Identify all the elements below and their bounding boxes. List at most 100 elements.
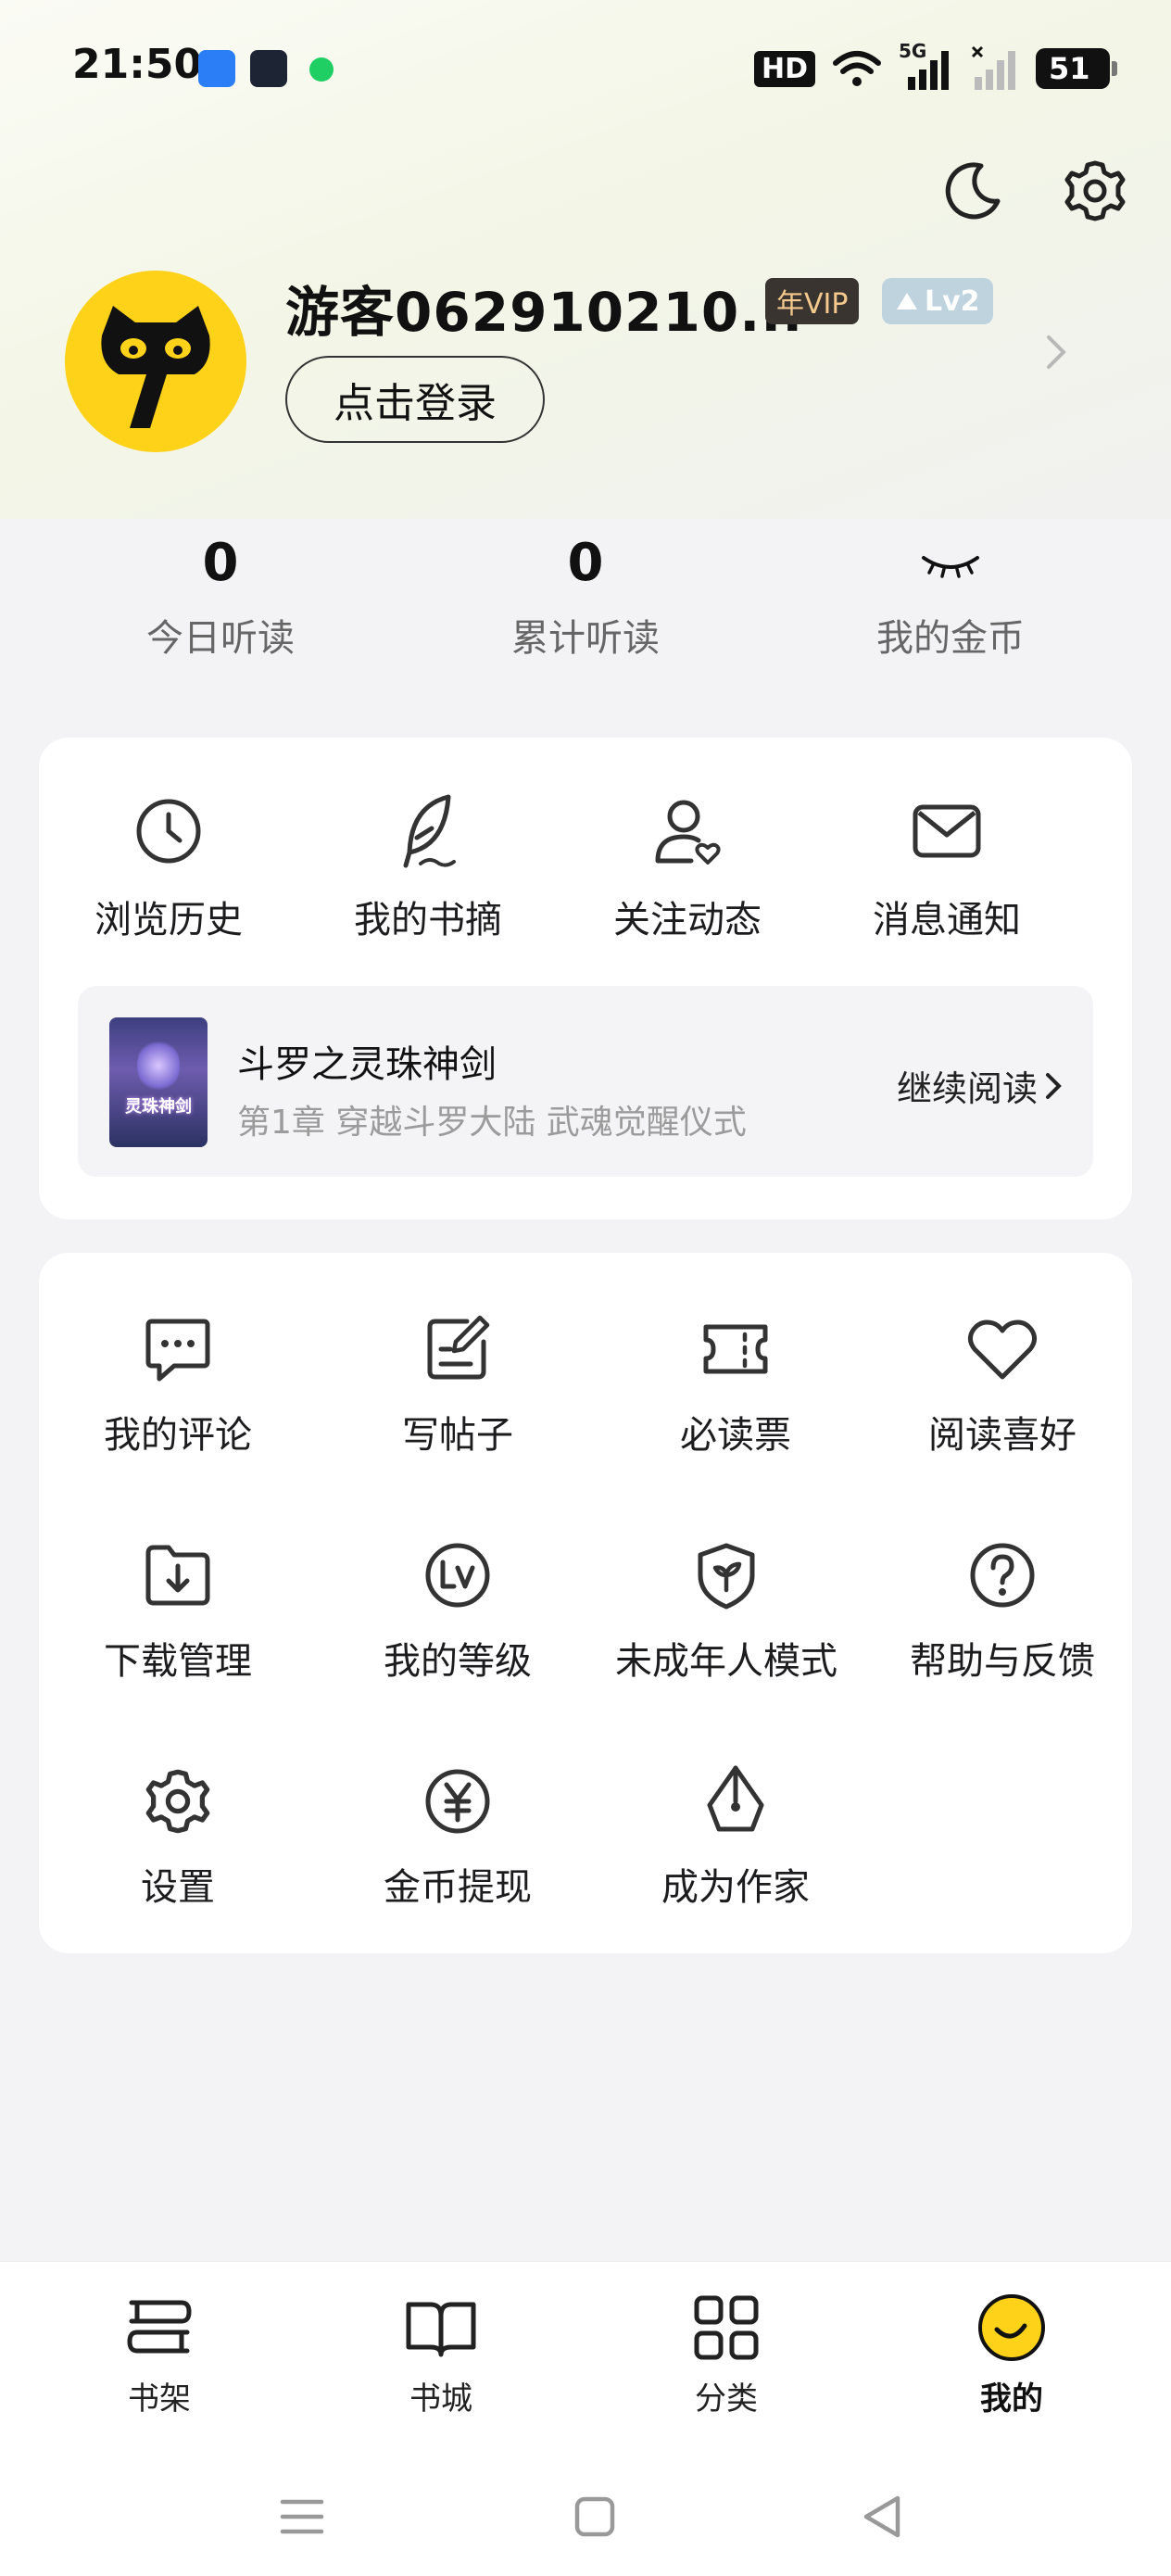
menu-item-label: 帮助与反馈: [910, 1640, 1095, 1683]
nav-item-bookstore[interactable]: 书城: [348, 2290, 534, 2418]
stat-value: 0: [202, 533, 239, 593]
triangle-icon: [897, 293, 917, 309]
nav-item-bookshelf[interactable]: 书架: [67, 2290, 252, 2418]
menu-item-label: 设置: [141, 1866, 215, 1909]
username[interactable]: 游客062910210...: [285, 269, 803, 347]
system-nav-bar: [0, 2446, 1171, 2576]
wifi-icon: [833, 51, 881, 86]
quick-item-label: 我的书摘: [354, 899, 502, 941]
nav-label: 书城: [409, 2380, 472, 2418]
book-chapter: 第1章 穿越斗罗大陆 武魂觉醒仪式: [237, 1104, 747, 1142]
quick-item-excerpts[interactable]: 我的书摘: [298, 789, 558, 943]
reading-stats: 0 今日听读 0 累计听读 我的金币: [0, 528, 1171, 676]
chat-notification-icon: [309, 57, 334, 82]
quick-item-following[interactable]: 关注动态: [558, 789, 817, 943]
hidden-eye-icon[interactable]: [812, 528, 1089, 599]
menu-item-must-read-ticket[interactable]: 必读票: [597, 1310, 875, 1458]
menu-item-help[interactable]: 帮助与反馈: [863, 1536, 1141, 1685]
mail-icon: [817, 789, 1077, 873]
menu-item-label: 必读票: [680, 1414, 791, 1457]
ticket-icon: [597, 1310, 875, 1388]
level-badge-label: Lv2: [925, 284, 980, 318]
menu-item-label: 我的等级: [384, 1640, 532, 1683]
chevron-right-icon[interactable]: [1043, 332, 1069, 376]
user-heart-icon: [558, 789, 817, 873]
status-bar: 21:50 HD 5G 51: [0, 0, 1171, 139]
menu-item-comments[interactable]: 我的评论: [39, 1310, 317, 1458]
menu-item-label: 我的评论: [104, 1414, 252, 1457]
continue-reading-card[interactable]: 灵珠神剑 斗罗之灵珠神剑 第1章 穿越斗罗大陆 武魂觉醒仪式 继续阅读: [78, 986, 1093, 1177]
level-badge[interactable]: Lv2: [882, 278, 993, 324]
stat-coins[interactable]: 我的金币: [812, 528, 1089, 662]
menu-item-label: 写帖子: [402, 1414, 513, 1457]
bottom-nav: 书架 书城 分类 我的: [0, 2261, 1171, 2446]
smile-icon: [919, 2290, 1104, 2366]
menu-item-become-writer[interactable]: 成为作家: [597, 1762, 875, 1911]
menu-item-minor-mode[interactable]: 未成年人模式: [578, 1536, 875, 1685]
status-time: 21:50: [72, 41, 203, 88]
nav-item-category[interactable]: 分类: [634, 2290, 819, 2418]
stat-value: 0: [567, 533, 604, 593]
hd-icon: HD: [753, 50, 815, 87]
nav-label: 书架: [128, 2380, 191, 2418]
heart-icon: [863, 1310, 1141, 1388]
back-icon[interactable]: [845, 2480, 919, 2554]
nav-item-mine[interactable]: 我的: [919, 2290, 1104, 2418]
avatar[interactable]: [65, 271, 246, 452]
pen-nib-icon: [597, 1762, 875, 1840]
sprout-shield-icon: [578, 1536, 875, 1614]
stat-label: 我的金币: [876, 617, 1025, 660]
quick-item-history[interactable]: 浏览历史: [39, 789, 298, 943]
night-mode-icon[interactable]: [934, 152, 1012, 230]
book-cover-title: 灵珠神剑: [125, 1097, 192, 1117]
stat-today[interactable]: 0 今日听读: [82, 528, 359, 662]
battery-icon: 51: [1036, 48, 1117, 89]
menu-icon[interactable]: [265, 2480, 339, 2554]
menu-item-label: 未成年人模式: [615, 1640, 837, 1683]
gear-icon: [39, 1762, 317, 1840]
download-icon: [39, 1536, 317, 1614]
yuan-icon: [319, 1762, 597, 1840]
quick-item-label: 关注动态: [613, 899, 762, 941]
menu-item-label: 成为作家: [661, 1866, 810, 1909]
menu-item-settings[interactable]: 设置: [39, 1762, 317, 1911]
nav-label: 分类: [695, 2380, 758, 2418]
quick-item-notifications[interactable]: 消息通知: [817, 789, 1077, 943]
stat-label: 今日听读: [146, 617, 295, 660]
clock-icon: [39, 789, 298, 873]
nav-label: 我的: [980, 2380, 1043, 2418]
grid-icon: [634, 2290, 819, 2366]
help-icon: [863, 1536, 1141, 1614]
menu-item-level[interactable]: 我的等级: [319, 1536, 597, 1685]
status-indicators: HD 5G 51: [753, 40, 1117, 96]
level-icon: [319, 1536, 597, 1614]
top-actions: [934, 152, 1134, 230]
stat-total[interactable]: 0 累计听读: [447, 528, 724, 662]
book-cover[interactable]: 灵珠神剑: [109, 1017, 208, 1147]
continue-reading-button[interactable]: 继续阅读: [897, 1060, 1064, 1111]
comment-icon: [39, 1310, 317, 1388]
menu-item-reading-preference[interactable]: 阅读喜好: [863, 1310, 1141, 1458]
menu-item-label: 下载管理: [104, 1640, 252, 1683]
settings-gear-icon[interactable]: [1056, 152, 1134, 230]
menu-item-downloads[interactable]: 下载管理: [39, 1536, 317, 1685]
continue-reading-label: 继续阅读: [896, 1068, 1038, 1109]
menu-item-write-post[interactable]: 写帖子: [319, 1310, 597, 1458]
menu-item-label: 阅读喜好: [928, 1414, 1077, 1457]
quick-item-label: 消息通知: [873, 899, 1021, 941]
book-open-icon: [348, 2290, 534, 2366]
edit-icon: [319, 1310, 597, 1388]
bookshelf-icon: [67, 2290, 252, 2366]
menu-item-coin-withdraw[interactable]: 金币提现: [319, 1762, 597, 1911]
home-icon[interactable]: [558, 2480, 632, 2554]
book-title: 斗罗之灵珠神剑: [237, 1043, 497, 1086]
quick-item-label: 浏览历史: [94, 899, 243, 941]
app-notification-icon: [198, 50, 235, 87]
stat-label: 累计听读: [511, 617, 660, 660]
login-button[interactable]: 点击登录: [285, 356, 545, 443]
book-cover-glow: [137, 1038, 180, 1093]
menu-card: 我的评论 写帖子 必读票 阅读喜好 下载管理 我的等级 未成年人模式 帮助与反馈…: [39, 1253, 1132, 1953]
chevron-right-icon: [1046, 1072, 1062, 1099]
vip-badge[interactable]: 年VIP: [765, 278, 860, 324]
cat-logo-icon: [101, 306, 210, 428]
